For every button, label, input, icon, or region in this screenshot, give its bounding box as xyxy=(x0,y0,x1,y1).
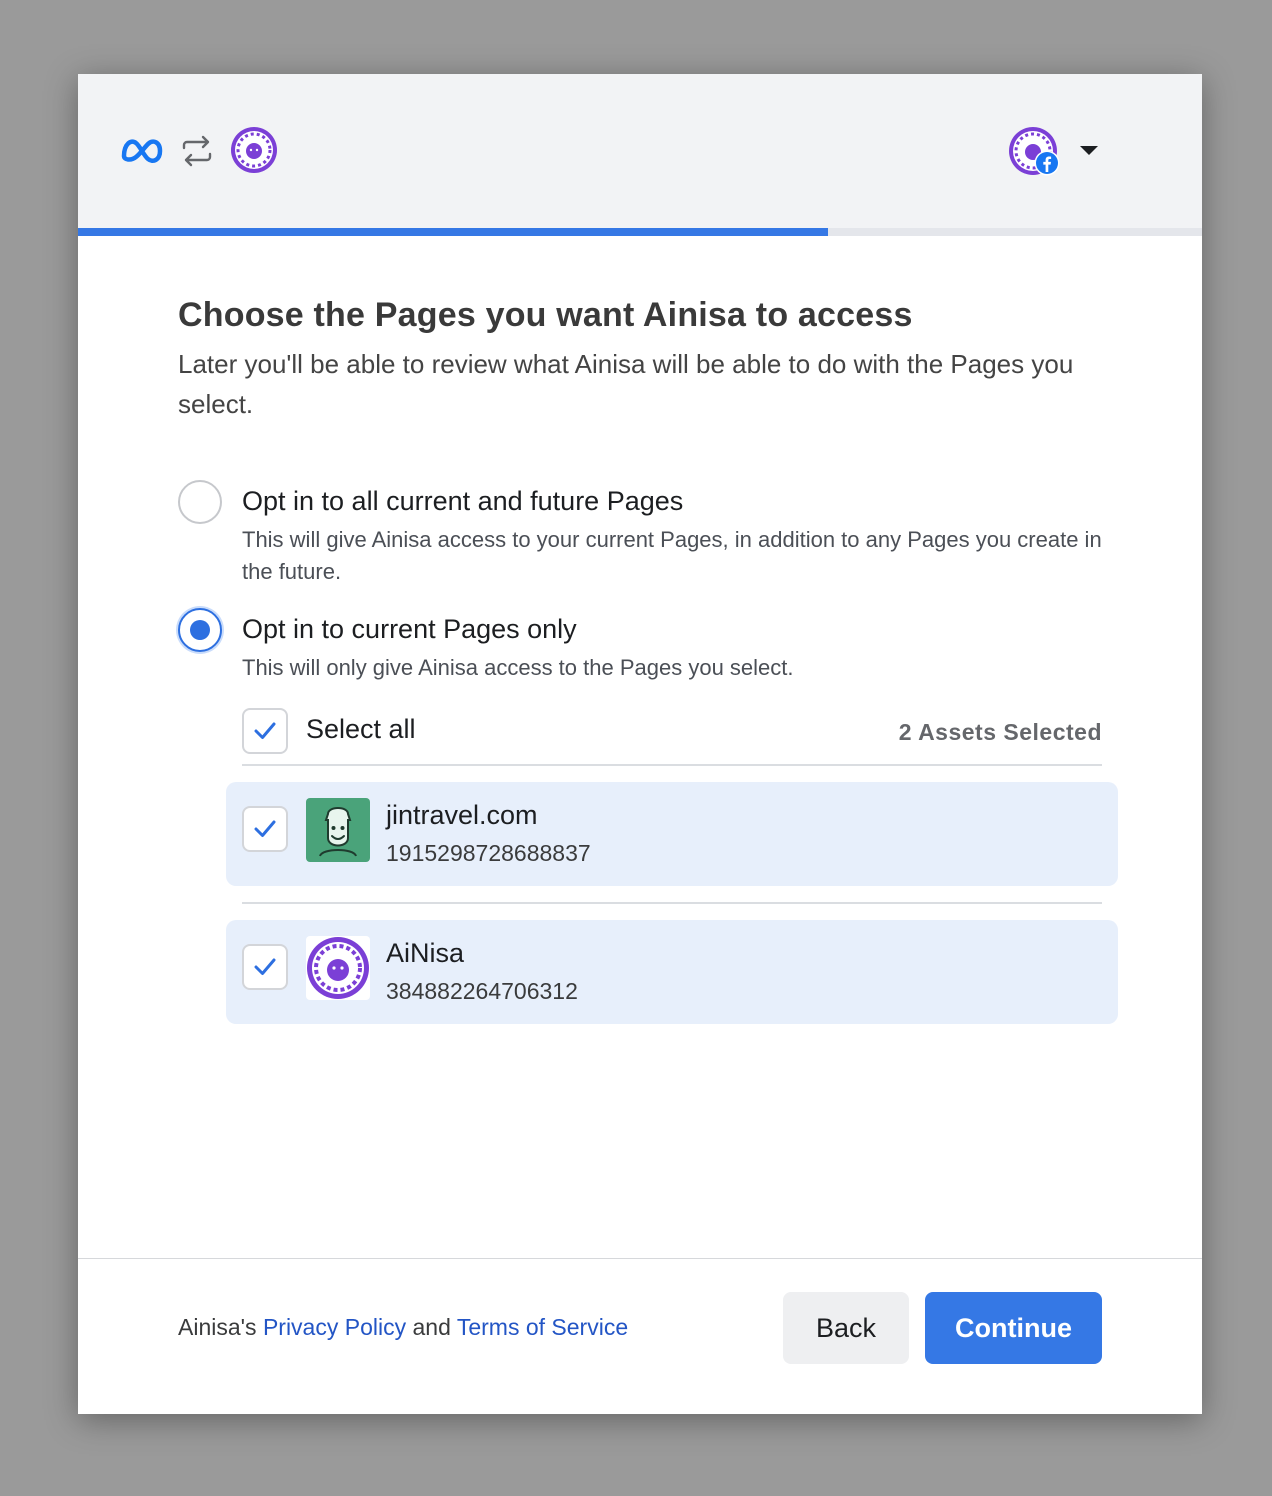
page-name: AiNisa xyxy=(386,938,465,968)
ainisa-avatar-icon xyxy=(306,936,370,1000)
meta-logo-icon xyxy=(121,139,163,163)
page-id: 384882264706312 xyxy=(386,978,578,1004)
page-row-ainisa[interactable]: AiNisa 384882264706312 xyxy=(226,920,1118,1024)
app-avatar-icon xyxy=(231,127,277,173)
permission-dialog: Choose the Pages you want Ainisa to acce… xyxy=(78,74,1202,1414)
select-all-checkbox[interactable] xyxy=(242,708,288,754)
option-current-pages-description: This will only give Ainisa access to the… xyxy=(242,655,794,680)
checkmark-icon xyxy=(254,820,276,837)
page-id: 1915298728688837 xyxy=(386,840,591,866)
dialog-header xyxy=(78,74,1202,228)
legal-and: and xyxy=(406,1314,457,1340)
progress-bar-fill xyxy=(78,228,828,236)
page-title: Choose the Pages you want Ainisa to acce… xyxy=(178,296,913,334)
progress-bar xyxy=(78,228,1202,236)
select-all-label[interactable]: Select all xyxy=(306,714,416,745)
page-checkbox-jintravel[interactable] xyxy=(242,806,288,852)
assets-selected-count: 2 Assets Selected xyxy=(898,719,1102,745)
checkmark-icon xyxy=(254,722,276,739)
option-current-pages-label[interactable]: Opt in to current Pages only xyxy=(242,614,577,645)
page-subtitle: Later you'll be able to review what Aini… xyxy=(178,349,1074,419)
swap-arrows-icon xyxy=(182,135,212,167)
page-row-jintravel[interactable]: jintravel.com 1915298728688837 xyxy=(226,782,1118,886)
page-name: jintravel.com xyxy=(386,800,538,830)
legal-prefix: Ainisa's xyxy=(178,1314,263,1340)
option-all-pages-description: This will give Ainisa access to your cur… xyxy=(242,527,1102,584)
continue-button[interactable]: Continue xyxy=(925,1292,1102,1364)
terms-of-service-link[interactable]: Terms of Service xyxy=(457,1314,628,1340)
jintravel-avatar-icon xyxy=(306,798,370,862)
divider xyxy=(242,902,1102,904)
option-all-pages-label[interactable]: Opt in to all current and future Pages xyxy=(242,486,683,517)
legal-text: Ainisa's Privacy Policy and Terms of Ser… xyxy=(178,1314,628,1341)
privacy-policy-link[interactable]: Privacy Policy xyxy=(263,1314,406,1340)
page-checkbox-ainisa[interactable] xyxy=(242,944,288,990)
account-switcher[interactable] xyxy=(1008,126,1104,176)
back-button[interactable]: Back xyxy=(783,1292,909,1364)
radio-current-pages[interactable] xyxy=(178,608,222,652)
footer-divider xyxy=(78,1258,1202,1259)
checkmark-icon xyxy=(254,958,276,975)
facebook-badge-icon xyxy=(1034,150,1060,176)
radio-all-pages[interactable] xyxy=(178,480,222,524)
caret-down-icon[interactable] xyxy=(1080,146,1098,155)
divider xyxy=(242,764,1102,766)
